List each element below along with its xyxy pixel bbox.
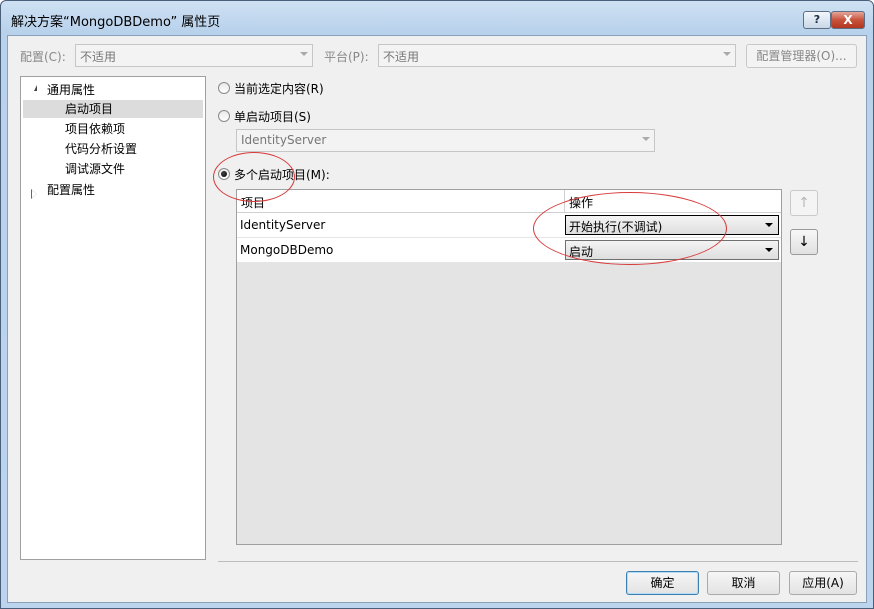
table-row[interactable]: MongoDBDemo 启动 xyxy=(237,238,781,262)
chevron-down-icon xyxy=(765,248,773,252)
chevron-down-icon xyxy=(723,52,731,56)
chevron-down-icon xyxy=(642,137,650,141)
grid-header-action[interactable]: 操作 xyxy=(569,194,593,211)
single-startup-value: IdentityServer xyxy=(241,133,327,147)
grid-row-project: MongoDBDemo xyxy=(240,243,334,257)
grid-row-project: IdentityServer xyxy=(240,218,326,232)
tree-item-general[interactable]: 通用属性 xyxy=(47,81,95,99)
grid-row-action-select[interactable]: 启动 xyxy=(565,240,779,260)
table-row[interactable]: IdentityServer 开始执行(不调试) xyxy=(237,213,781,237)
grid-header-separator[interactable] xyxy=(564,190,565,212)
platform-select-value: 不适用 xyxy=(383,50,420,64)
grid-row-action-value: 启动 xyxy=(569,245,594,259)
tree-item-code-analysis[interactable]: 代码分析设置 xyxy=(65,140,137,158)
radio-current-selection-label: 当前选定内容(R) xyxy=(234,82,324,96)
radio-current-selection[interactable] xyxy=(218,82,230,94)
expand-down-icon[interactable] xyxy=(31,85,37,91)
window-title: 解决方案“MongoDBDemo” 属性页 xyxy=(11,15,221,30)
platform-label: 平台(P): xyxy=(324,50,369,64)
single-startup-select[interactable]: IdentityServer xyxy=(236,129,655,152)
platform-select[interactable]: 不适用 xyxy=(378,44,736,67)
close-button[interactable]: X xyxy=(831,11,865,29)
tree-item-config-props[interactable]: 配置属性 xyxy=(47,181,95,199)
dialog-client-area: 配置(C): 不适用 平台(P): 不适用 配置管理器(O)... 通用属性 启… xyxy=(7,35,867,603)
tree-item-startup[interactable]: 启动项目 xyxy=(65,100,113,118)
grid-header-project[interactable]: 项目 xyxy=(241,194,265,211)
config-label: 配置(C): xyxy=(20,50,66,64)
footer-divider xyxy=(218,561,858,562)
chevron-down-icon xyxy=(300,52,308,56)
property-tree: 通用属性 启动项目 项目依赖项 代码分析设置 调试源文件 配置属性 xyxy=(20,76,206,560)
move-down-button[interactable]: ↓ xyxy=(790,229,818,255)
startup-projects-grid: 项目 操作 IdentityServer 开始执行(不调试) MongoDBDe… xyxy=(236,189,782,545)
radio-multiple-startup[interactable] xyxy=(218,168,230,180)
chevron-down-icon xyxy=(765,223,773,227)
config-select[interactable]: 不适用 xyxy=(75,44,313,67)
cancel-button[interactable]: 取消 xyxy=(707,571,780,595)
properties-dialog: 解决方案“MongoDBDemo” 属性页 ? X 配置(C): 不适用 平台(… xyxy=(0,0,874,609)
apply-button[interactable]: 应用(A) xyxy=(789,571,857,595)
grid-row-action-select[interactable]: 开始执行(不调试) xyxy=(565,215,779,235)
radio-single-startup[interactable] xyxy=(218,110,230,122)
ok-button[interactable]: 确定 xyxy=(626,571,699,595)
tree-item-dependencies[interactable]: 项目依赖项 xyxy=(65,120,125,138)
config-select-value: 不适用 xyxy=(80,50,117,64)
config-manager-button[interactable]: 配置管理器(O)... xyxy=(746,44,857,68)
title-bar[interactable]: 解决方案“MongoDBDemo” 属性页 ? X xyxy=(1,1,873,35)
expand-right-icon-fill xyxy=(32,190,37,198)
move-up-button[interactable]: ↑ xyxy=(790,190,818,216)
grid-row-action-value: 开始执行(不调试) xyxy=(569,220,663,234)
grid-header: 项目 操作 xyxy=(237,190,781,213)
radio-multiple-startup-label: 多个启动项目(M): xyxy=(234,168,330,182)
help-button[interactable]: ? xyxy=(803,11,831,29)
tree-item-debug-source[interactable]: 调试源文件 xyxy=(65,160,125,178)
radio-single-startup-label: 单启动项目(S) xyxy=(234,110,311,124)
